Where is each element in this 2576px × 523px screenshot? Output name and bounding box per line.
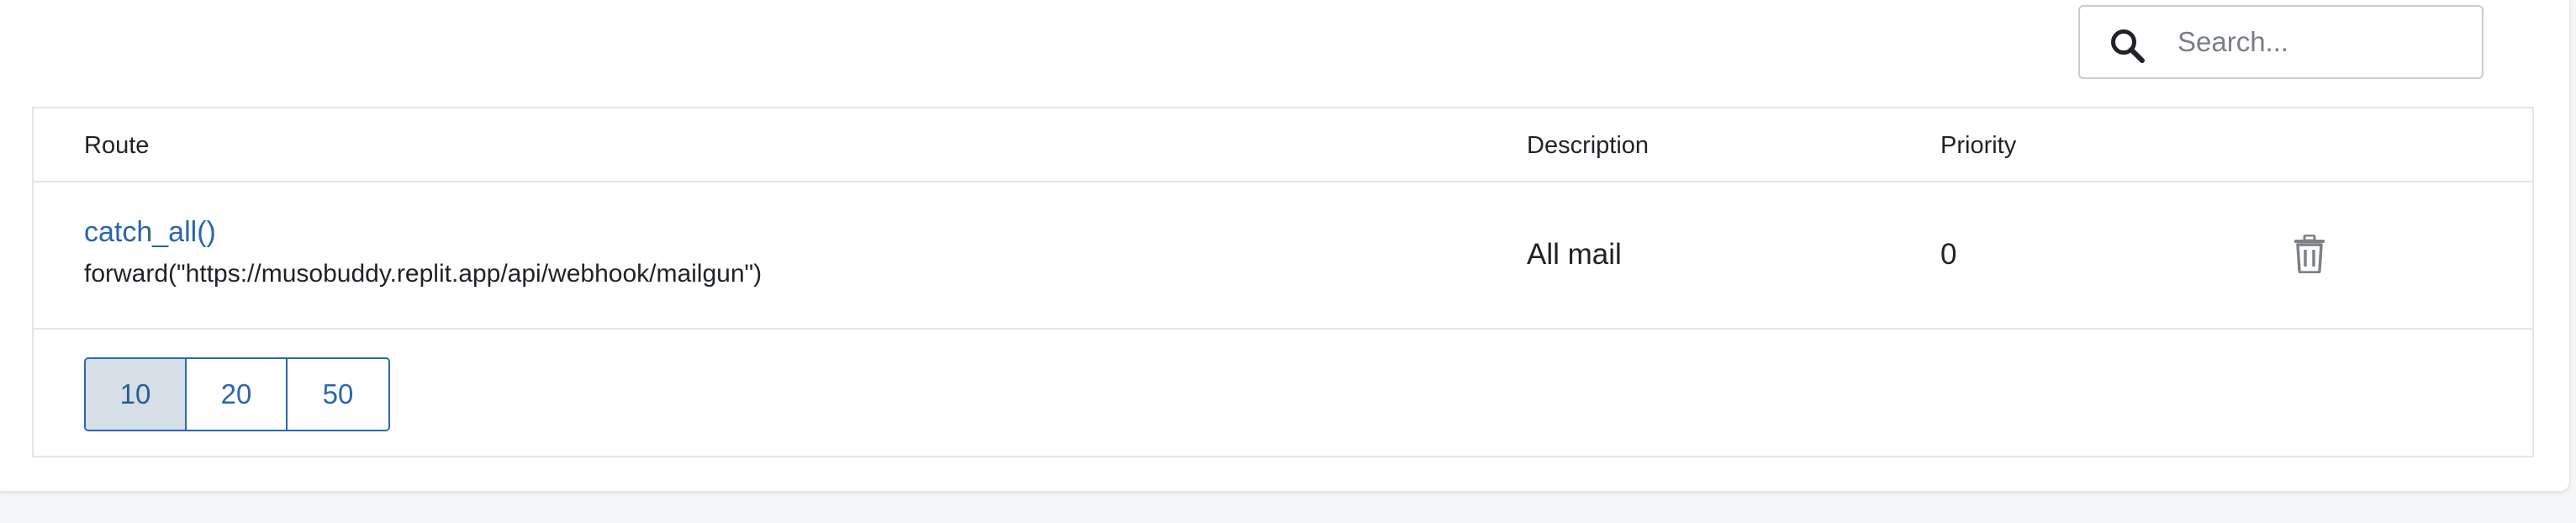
- page-size-50-button[interactable]: 50: [288, 359, 388, 430]
- search-input[interactable]: [2177, 20, 2463, 64]
- delete-route-button[interactable]: [2285, 230, 2334, 278]
- route-priority: 0: [1940, 238, 1957, 271]
- table-row: catch_all() forward("https://musobuddy.r…: [34, 182, 2532, 330]
- trash-icon: [2294, 235, 2325, 273]
- table-header-row: Route Description Priority: [34, 108, 2532, 182]
- column-header-description[interactable]: Description: [1527, 132, 1649, 160]
- routes-card: Route Description Priority catch_all() f…: [0, 0, 2570, 492]
- page-size-10-button[interactable]: 10: [86, 359, 187, 430]
- search-icon: [2109, 27, 2146, 64]
- route-name-link[interactable]: catch_all(): [84, 216, 216, 249]
- search-box[interactable]: [2078, 5, 2484, 79]
- column-header-route[interactable]: Route: [84, 132, 149, 160]
- routes-table: Route Description Priority catch_all() f…: [32, 107, 2534, 457]
- route-action: forward("https://musobuddy.replit.app/ap…: [84, 260, 763, 288]
- page-size-selector: 10 20 50: [84, 357, 390, 431]
- column-header-priority[interactable]: Priority: [1940, 132, 2016, 160]
- page-size-20-button[interactable]: 20: [187, 359, 288, 430]
- route-description: All mail: [1527, 238, 1622, 271]
